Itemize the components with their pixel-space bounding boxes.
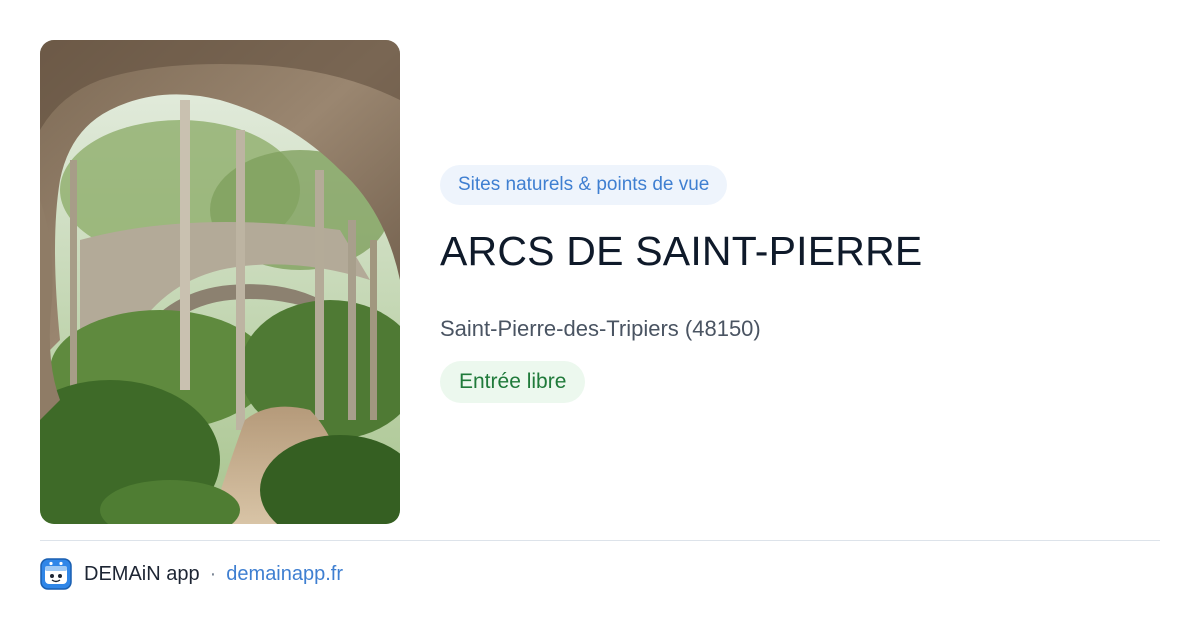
footer-divider (40, 540, 1160, 541)
app-name: DEMAiN app (84, 562, 200, 585)
footer-separator: · (209, 562, 217, 585)
place-photo (40, 40, 400, 524)
listing-info: Sites naturels & points de vue ARCS DE S… (440, 165, 1160, 403)
footer: DEMAiN app · demainapp.fr (40, 558, 343, 590)
place-title: ARCS DE SAINT-PIERRE (440, 228, 923, 274)
access-badge: Entrée libre (440, 361, 586, 403)
demain-app-icon (40, 558, 72, 590)
place-location: Saint-Pierre-des-Tripiers (48150) (440, 316, 761, 341)
category-badge: Sites naturels & points de vue (440, 165, 728, 205)
app-domain-link[interactable]: demainapp.fr (226, 563, 343, 586)
